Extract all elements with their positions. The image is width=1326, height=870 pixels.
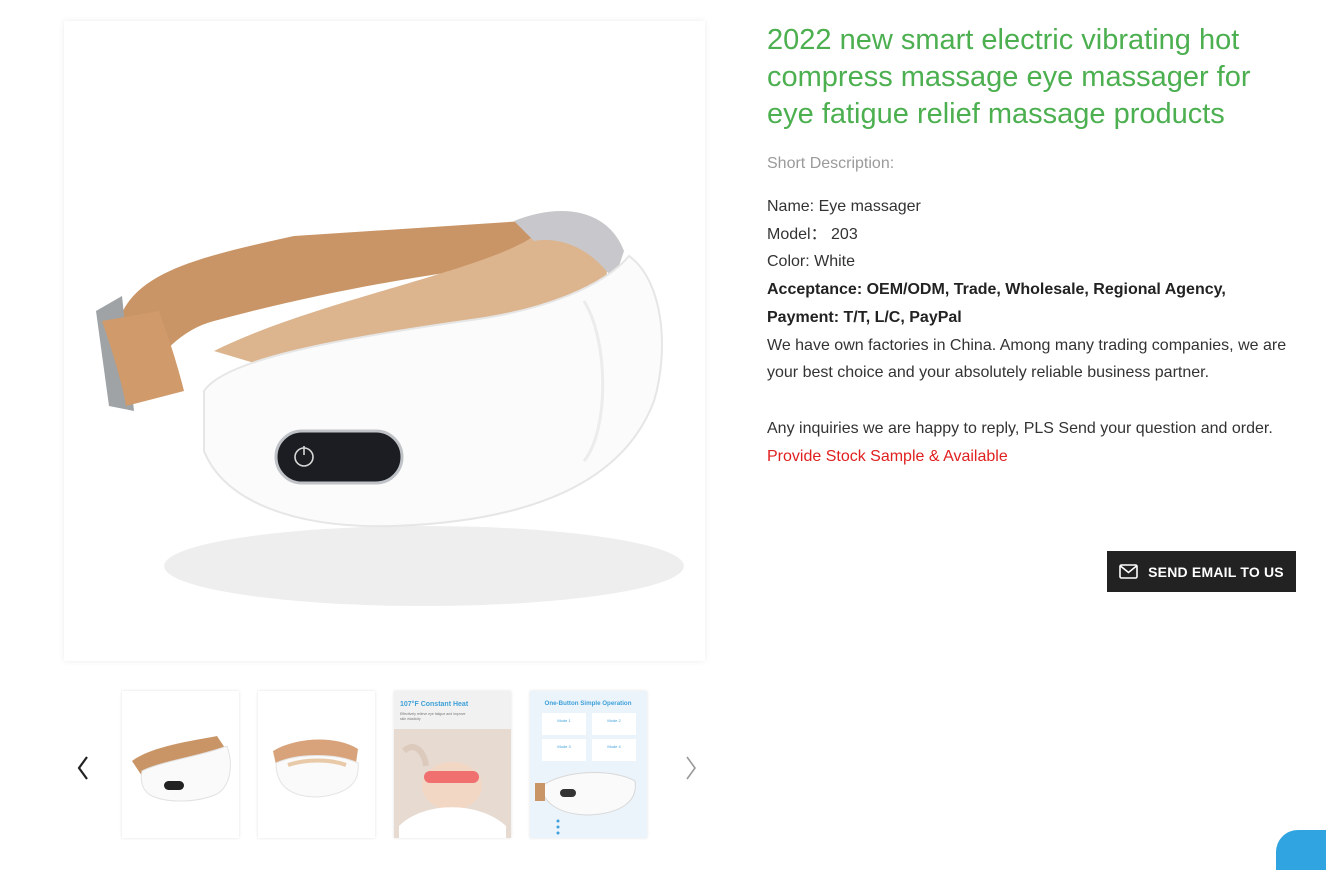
product-details: Name: Eye massager Model： 203 Color: Whi…: [767, 193, 1302, 470]
detail-stock: Provide Stock Sample & Available: [767, 447, 1008, 465]
detail-acceptance: Acceptance: OEM/ODM, Trade, Wholesale, R…: [767, 281, 1226, 299]
detail-model: Model： 203: [767, 225, 858, 243]
svg-text:Effectively relieve eye fatigu: Effectively relieve eye fatigue and impr…: [400, 712, 466, 716]
detail-inquiries: Any inquiries we are happy to reply, PLS…: [767, 419, 1273, 437]
thumb-mode: Mode 3: [557, 744, 571, 749]
detail-factories: We have own factories in China. Among ma…: [767, 336, 1287, 382]
svg-text:skin elasticity: skin elasticity: [400, 717, 421, 721]
detail-payment: Payment: T/T, L/C, PayPal: [767, 308, 962, 326]
envelope-icon: [1119, 564, 1138, 579]
main-product-image[interactable]: [64, 21, 705, 661]
eye-massager-image: [96, 211, 684, 606]
thumbnail-4[interactable]: One-Button Simple Operation Mode 1 Mode …: [530, 691, 647, 838]
thumbnail-1[interactable]: [122, 691, 239, 838]
thumbnail-3[interactable]: 107°F Constant Heat Effectively relieve …: [394, 691, 511, 838]
thumbnail-2[interactable]: [258, 691, 375, 838]
send-email-label: SEND EMAIL TO US: [1148, 563, 1284, 580]
thumb-mode: Mode 4: [607, 744, 621, 749]
chevron-left-icon[interactable]: [68, 748, 98, 788]
thumb-heading: One-Button Simple Operation: [545, 700, 632, 707]
send-email-button[interactable]: SEND EMAIL TO US: [1107, 551, 1296, 592]
product-info: 2022 new smart electric vibrating hot co…: [767, 22, 1302, 470]
detail-color: Color: White: [767, 253, 856, 271]
detail-spacer: [767, 387, 1302, 415]
product-title: 2022 new smart electric vibrating hot co…: [767, 24, 1251, 130]
thumb-mode: Mode 1: [557, 718, 571, 723]
chevron-right-icon[interactable]: [676, 748, 706, 788]
short-description-label: Short Description:: [767, 155, 895, 172]
thumbnail-carousel: 107°F Constant Heat Effectively relieve …: [64, 690, 705, 840]
thumb-heading: 107°F Constant Heat: [400, 700, 469, 708]
thumb-mode: Mode 2: [607, 718, 621, 723]
chat-widget-button[interactable]: [1276, 830, 1326, 870]
detail-name: Name: Eye massager: [767, 198, 921, 215]
